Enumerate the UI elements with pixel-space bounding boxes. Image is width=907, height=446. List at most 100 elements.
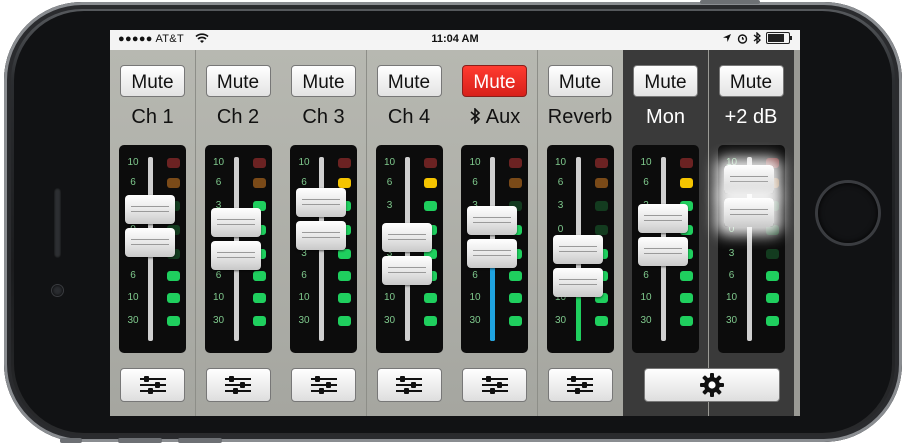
volume-up-button [118,438,162,443]
meter-led [338,293,351,303]
mute-button[interactable]: Mute [120,65,185,97]
fader-well: 10630361030 [119,145,186,353]
channel-name-label: Ch 3 [302,106,345,128]
channel-settings-button[interactable] [547,368,613,402]
meter-led [765,271,779,281]
fader-knob-upper [638,204,688,234]
meter-led [594,201,608,211]
fader-knob-lower [552,268,603,298]
mute-button[interactable]: Mute [718,65,784,97]
meter-led [252,293,266,303]
mute-button[interactable]: Mute [291,65,356,97]
fader-well: 10630361030 [461,145,528,353]
sliders-icon [396,376,422,394]
settings-button[interactable] [644,368,780,402]
meter-led [509,178,522,188]
channel-name: Ch 2 [196,106,281,129]
scale-label: 30 [127,315,139,326]
channel-strip: MuteCh 210630361030 [195,50,282,416]
meter-led [252,158,266,168]
channel-settings-button[interactable] [205,368,271,402]
meter-led [252,271,266,281]
fader-level-fill [575,295,581,341]
channel-name-label: Ch 4 [387,106,431,128]
channel-name: Reverb [538,106,623,129]
alarm-clock-icon [737,33,748,44]
channel-name-label: Ch 1 [131,106,174,128]
fader-knob-upper [125,194,175,224]
channel-settings-button[interactable] [462,368,527,402]
channel-name: +2 dB [709,106,794,129]
scale-label: 0 [557,224,564,235]
sliders-icon [225,376,251,394]
channel-name-label: +2 dB [724,106,778,128]
channel-settings-button[interactable] [120,368,185,402]
mute-button[interactable]: Mute [205,65,271,97]
mute-button[interactable]: Mute [376,65,442,97]
sliders-icon [567,376,593,394]
meter-led [167,158,180,168]
fader-well: 10630361030 [375,145,443,353]
meter-led [423,201,437,211]
fader-knob-lower [381,255,432,285]
scale-label: 10 [383,157,396,168]
scale-label: 30 [212,315,225,326]
channel-name-label: Aux [485,106,521,128]
fader-knob-lower [638,237,688,267]
fader-knob-lower [296,220,346,250]
fader-knob[interactable] [638,204,688,268]
scale-label: 6 [301,270,307,281]
scale-label: 3 [557,200,564,211]
meter-led [167,293,180,303]
scale-label: 10 [554,157,567,168]
status-icons [722,32,792,44]
meter-led [594,178,608,188]
gear-icon [700,373,724,397]
fader-knob[interactable] [210,207,261,272]
channel-settings-button[interactable] [376,368,442,402]
meter-led [509,316,522,326]
scale-label: 30 [383,315,396,326]
fader-well: 10630361030 [546,145,614,353]
scale-label: 10 [298,157,310,168]
mute-button[interactable]: Mute [547,65,613,97]
channel-settings-button[interactable] [291,368,356,402]
fader-knob[interactable] [381,222,432,287]
channel-strip: MuteReverb10630361030 [537,50,624,416]
fader-knob[interactable] [467,205,517,270]
meter-led [167,316,180,326]
meter-led [338,158,351,168]
fader-knob-upper [210,207,261,237]
scale-label: 6 [472,177,478,188]
fader-knob-lower [467,238,517,268]
fader-knob[interactable] [125,194,175,259]
fader-knob-lower [125,227,175,257]
mute-button[interactable]: Mute [462,65,527,97]
meter-led [338,316,351,326]
fader-knob[interactable] [296,187,346,252]
scale-label: 30 [469,315,481,326]
meter-led [423,316,437,326]
channel-strip: MuteCh 310630361030 [281,50,367,416]
fader-knob-lower [723,198,774,228]
scale-label: 6 [130,270,136,281]
scale-label: 10 [640,292,652,303]
battery-icon [766,32,792,44]
channel-strip: MuteAux10630361030 [452,50,538,416]
fader-knob[interactable] [723,165,774,229]
home-button[interactable] [818,183,878,243]
meter-led [338,178,351,188]
channel-name: Ch 4 [367,106,452,129]
meter-led [594,225,608,235]
power-button [700,0,760,4]
mute-button[interactable]: Mute [633,65,698,97]
meter-led [680,178,693,188]
fader-well: 10630361030 [717,145,785,353]
meter-led [338,271,351,281]
fader-knob[interactable] [552,235,603,299]
scale-label: 6 [301,177,307,188]
scale-label: 6 [215,177,222,188]
meter-led [680,271,693,281]
scale-label: 6 [386,177,393,188]
sliders-icon [139,376,166,394]
